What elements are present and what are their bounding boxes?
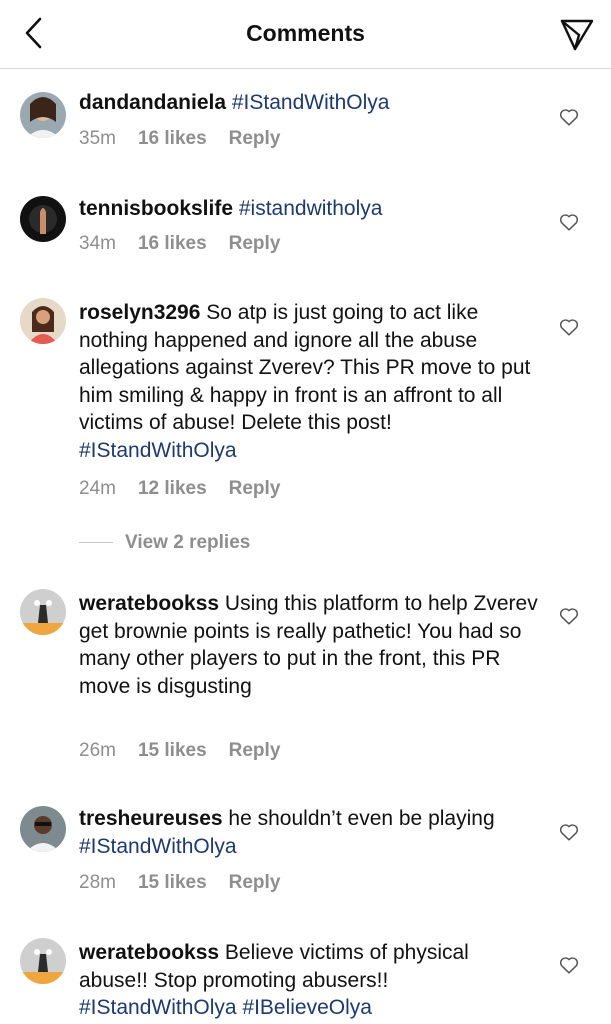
heart-icon[interactable]	[558, 605, 580, 627]
heart-icon[interactable]	[558, 316, 580, 338]
view-replies-button[interactable]: View 2 replies	[79, 532, 250, 554]
avatar[interactable]	[20, 196, 66, 242]
comment-username[interactable]: tennisbookslife	[79, 197, 233, 220]
comment-likes[interactable]: 12 likes	[138, 478, 207, 500]
reply-button[interactable]: Reply	[229, 233, 281, 255]
comment-text: roselyn3296 So atp is just going to act …	[79, 299, 541, 464]
comment-username[interactable]: weratebookss	[79, 592, 219, 615]
comment-hashtags[interactable]: #istandwitholya	[239, 197, 383, 220]
comment-likes[interactable]: 16 likes	[138, 128, 207, 150]
avatar[interactable]	[20, 298, 66, 344]
comment-text: weratebookss Believe victims of physical…	[79, 939, 541, 1022]
send-button[interactable]	[559, 16, 595, 52]
comment-hashtags[interactable]: #IStandWithOlya	[79, 439, 237, 462]
comment-meta: 35m 16 likes Reply	[79, 128, 302, 150]
comment-meta: 34m 16 likes Reply	[79, 233, 302, 255]
avatar[interactable]	[20, 806, 66, 852]
replies-divider	[79, 542, 113, 544]
comment-username[interactable]: dandandaniela	[79, 91, 226, 114]
comment-text: dandandaniela #IStandWithOlya	[79, 89, 541, 117]
comment-username[interactable]: tresheureuses	[79, 807, 223, 830]
heart-icon[interactable]	[558, 954, 580, 976]
reply-button[interactable]: Reply	[229, 478, 281, 500]
reply-button[interactable]: Reply	[229, 128, 281, 150]
comment-hashtags[interactable]: #IStandWithOlya #IBelieveOlya	[79, 996, 372, 1019]
comment-content: he shouldn’t even be playing	[228, 807, 495, 830]
comment-time: 28m	[79, 872, 116, 893]
send-icon	[560, 19, 594, 51]
top-bar: Comments	[0, 0, 611, 69]
comment-text: weratebookss Using this platform to help…	[79, 590, 541, 700]
comment-username[interactable]: weratebookss	[79, 941, 219, 964]
heart-icon[interactable]	[558, 821, 580, 843]
heart-icon[interactable]	[558, 106, 580, 128]
comment-meta: 26m 15 likes Reply	[79, 740, 302, 762]
comment-time: 35m	[79, 128, 116, 149]
page-title: Comments	[246, 20, 365, 46]
comment-likes[interactable]: 16 likes	[138, 233, 207, 255]
comment-username[interactable]: roselyn3296	[79, 301, 200, 324]
heart-icon[interactable]	[558, 211, 580, 233]
comment-text: tresheureuses he shouldn’t even be playi…	[79, 805, 541, 860]
view-replies-label: View 2 replies	[125, 532, 251, 553]
reply-button[interactable]: Reply	[229, 872, 281, 894]
comment-time: 34m	[79, 233, 116, 254]
comment-likes[interactable]: 15 likes	[138, 740, 207, 762]
reply-button[interactable]: Reply	[229, 740, 281, 762]
comment-time: 24m	[79, 478, 116, 499]
avatar[interactable]	[20, 92, 66, 138]
avatar[interactable]	[20, 938, 66, 984]
comment-hashtags[interactable]: #IStandWithOlya	[232, 91, 390, 114]
comment-meta: 28m 15 likes Reply	[79, 872, 302, 894]
comment-meta: 24m 12 likes Reply	[79, 478, 302, 500]
comment-hashtags[interactable]: #IStandWithOlya	[79, 835, 237, 858]
comment-likes[interactable]: 15 likes	[138, 872, 207, 894]
comment-time: 26m	[79, 740, 116, 761]
comment-text: tennisbookslife #istandwitholya	[79, 195, 541, 223]
avatar[interactable]	[20, 589, 66, 635]
